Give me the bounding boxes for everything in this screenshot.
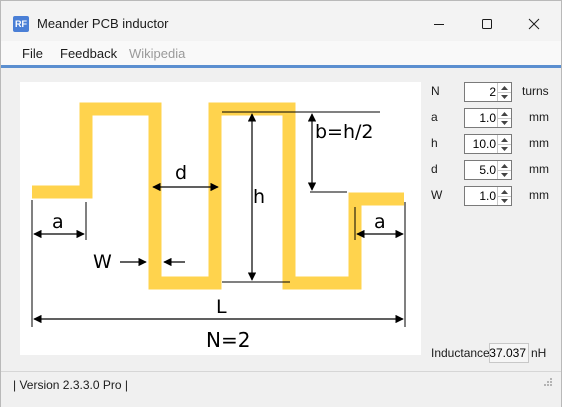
b-label: b=h/2 <box>315 121 374 143</box>
h-label: h <box>253 186 265 208</box>
w-value[interactable]: 1.0 <box>479 189 496 203</box>
h-spin-buttons <box>497 135 511 153</box>
chevron-up-icon <box>501 163 508 168</box>
menu-file[interactable]: File <box>22 46 43 61</box>
n-decrement-button[interactable] <box>498 92 511 101</box>
h-decrement-button[interactable] <box>498 144 511 153</box>
param-unit-w: mm <box>529 188 549 202</box>
param-label-w: W <box>431 188 443 202</box>
menu-bar: File Feedback Wikipedia <box>1 41 561 68</box>
status-bar: | Version 2.3.3.0 Pro | <box>1 371 561 407</box>
w-label: W <box>93 251 112 273</box>
inductance-output: 37.037 <box>489 343 529 363</box>
version-text: | Version 2.3.3.0 Pro | <box>13 378 128 392</box>
w-decrement-button[interactable] <box>498 196 511 205</box>
d-label: d <box>175 162 187 184</box>
app-icon: RF <box>13 16 29 32</box>
n-value[interactable]: 2 <box>489 85 496 99</box>
maximize-button[interactable] <box>464 9 510 39</box>
chevron-up-icon <box>501 189 508 194</box>
a-decrement-button[interactable] <box>498 118 511 127</box>
a-left-label: a <box>52 211 64 233</box>
chevron-down-icon <box>501 120 508 125</box>
w-spinbox[interactable]: 1.0 <box>464 186 512 206</box>
inductor-diagram: h b=h/2 d a a W L N=2 <box>20 82 421 355</box>
a-right-label: a <box>374 211 386 233</box>
d-spin-buttons <box>497 161 511 179</box>
chevron-down-icon <box>501 198 508 203</box>
h-value[interactable]: 10.0 <box>473 137 496 151</box>
app-window: RF Meander PCB inductor File Feedback Wi… <box>0 0 562 407</box>
window-title: Meander PCB inductor <box>37 16 169 31</box>
close-icon <box>528 18 540 30</box>
title-bar: RF Meander PCB inductor <box>1 1 561 41</box>
d-decrement-button[interactable] <box>498 170 511 179</box>
a-spin-buttons <box>497 109 511 127</box>
menu-wikipedia[interactable]: Wikipedia <box>129 46 185 61</box>
d-value[interactable]: 5.0 <box>479 163 496 177</box>
param-unit-d: mm <box>529 162 549 176</box>
app-icon-text: RF <box>15 19 27 29</box>
param-label-d: d <box>431 162 438 176</box>
menu-feedback[interactable]: Feedback <box>60 46 117 61</box>
n-spinbox[interactable]: 2 <box>464 82 512 102</box>
a-spinbox[interactable]: 1.0 <box>464 108 512 128</box>
param-unit-n: turns <box>522 84 549 98</box>
chevron-down-icon <box>501 172 508 177</box>
a-value[interactable]: 1.0 <box>479 111 496 125</box>
param-label-h: h <box>431 136 438 150</box>
n-label: N=2 <box>206 328 250 352</box>
param-unit-a: mm <box>529 110 549 124</box>
meander-diagram-svg: h b=h/2 d a a W L N=2 <box>31 102 406 352</box>
maximize-icon <box>482 19 492 29</box>
n-spin-buttons <box>497 83 511 101</box>
chevron-down-icon <box>501 146 508 151</box>
inductance-label: Inductance <box>431 346 490 360</box>
inductance-value: 37.037 <box>489 346 526 360</box>
minimize-button[interactable] <box>416 9 462 39</box>
param-label-a: a <box>431 110 438 124</box>
h-spinbox[interactable]: 10.0 <box>464 134 512 154</box>
chevron-up-icon <box>501 111 508 116</box>
param-unit-h: mm <box>529 136 549 150</box>
minimize-icon <box>434 24 444 25</box>
close-button[interactable] <box>511 9 557 39</box>
param-label-n: N <box>431 84 440 98</box>
resize-grip-icon[interactable] <box>543 377 553 387</box>
l-label: L <box>216 296 227 318</box>
w-spin-buttons <box>497 187 511 205</box>
chevron-up-icon <box>501 137 508 142</box>
chevron-up-icon <box>501 85 508 90</box>
inductance-unit: nH <box>531 346 547 360</box>
d-spinbox[interactable]: 5.0 <box>464 160 512 180</box>
chevron-down-icon <box>501 94 508 99</box>
